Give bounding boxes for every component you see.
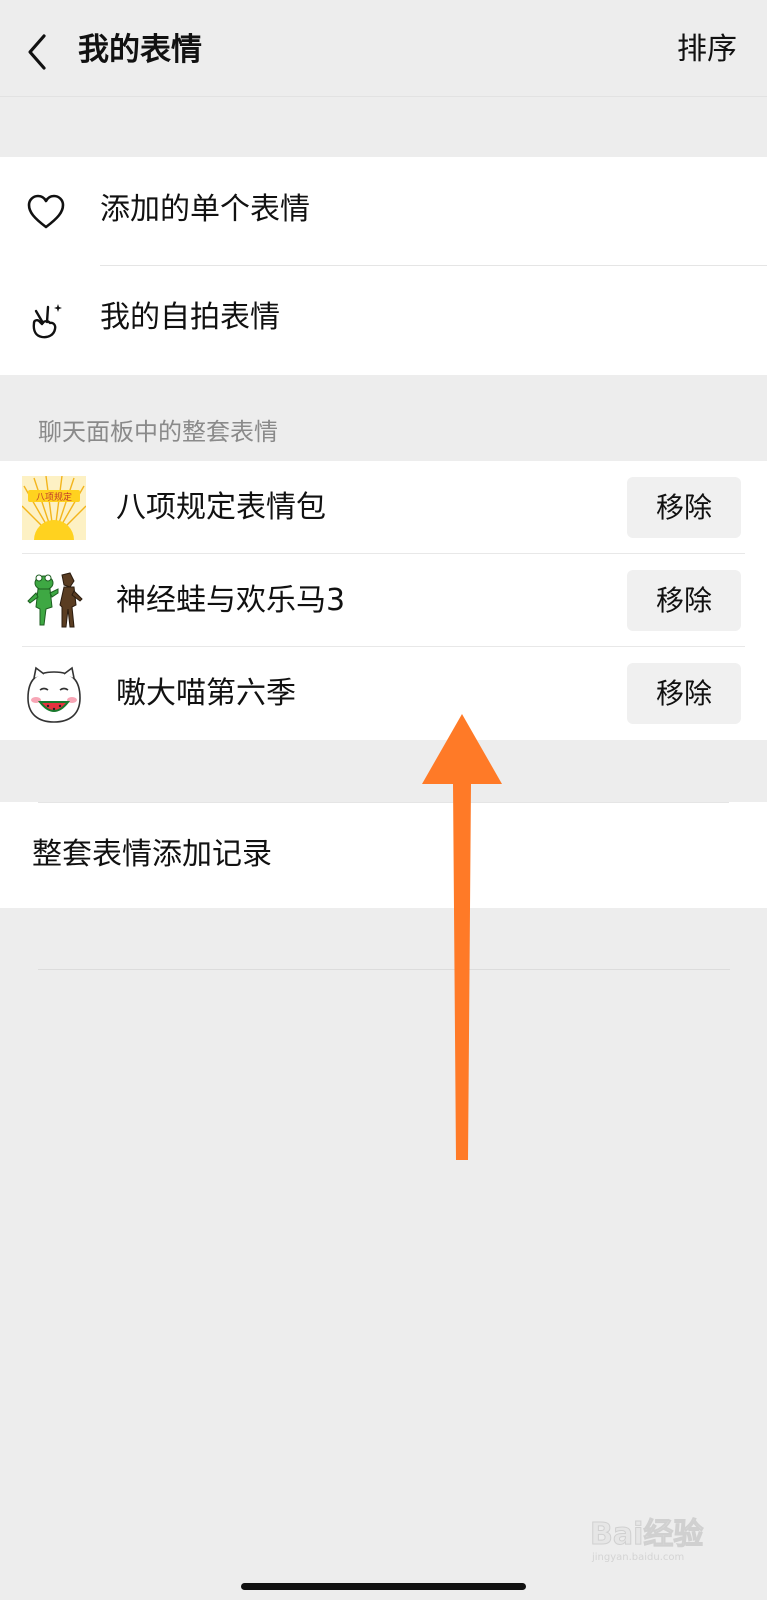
pack-history-row[interactable]: 整套表情添加记录 — [0, 802, 767, 908]
pack-name: 八项规定表情包 — [116, 490, 326, 525]
remove-button[interactable]: 移除 — [627, 477, 741, 538]
watermark-subtext: jingyan.baidu.com — [591, 1552, 684, 1563]
single-emoji-group: 添加的单个表情 我的自拍表情 — [0, 157, 767, 375]
pack-name: 神经蛙与欢乐马3 — [116, 583, 346, 618]
remove-button[interactable]: 移除 — [627, 663, 741, 724]
list-item[interactable]: 嗷大喵第六季 移除 — [0, 647, 767, 740]
navigation-bar: 我的表情 排序 — [0, 0, 767, 97]
home-indicator[interactable] — [241, 1583, 526, 1590]
remove-button[interactable]: 移除 — [627, 570, 741, 631]
selfie-emoji-label: 我的自拍表情 — [100, 300, 280, 335]
pack-thumbnail-frog-horse — [22, 569, 86, 633]
sort-button[interactable]: 排序 — [677, 28, 737, 72]
thumb-text: 八项规定 — [36, 491, 72, 503]
watermark-text: Bai经验 — [590, 1517, 703, 1552]
selfie-emoji-row[interactable]: 我的自拍表情 — [0, 265, 767, 373]
pack-thumbnail-sunrise: 八项规定 — [22, 476, 86, 540]
pack-name: 嗷大喵第六季 — [116, 676, 296, 711]
emoji-packs-list: 八项规定 八项规定表情包 移除 神经蛙与欢乐马3 移除 嗷大喵第六季 移除 — [0, 461, 767, 740]
added-single-emoji-row[interactable]: 添加的单个表情 — [0, 157, 767, 266]
row-divider — [38, 802, 729, 803]
packs-section-header: 聊天面板中的整套表情 — [38, 418, 278, 446]
back-chevron-icon[interactable] — [22, 32, 52, 72]
up-arrow-annotation-icon — [422, 714, 502, 1160]
pack-history-label: 整套表情添加记录 — [32, 837, 272, 872]
heart-icon — [27, 194, 65, 229]
list-item[interactable]: 八项规定 八项规定表情包 移除 — [0, 461, 767, 554]
selfie-hand-icon — [32, 304, 62, 339]
list-item[interactable]: 神经蛙与欢乐马3 移除 — [0, 554, 767, 647]
divider — [38, 969, 730, 970]
added-single-emoji-label: 添加的单个表情 — [100, 192, 310, 227]
pack-thumbnail-cat — [22, 662, 86, 726]
page-title: 我的表情 — [78, 32, 202, 68]
baidu-jingyan-watermark-icon: Bai经验 jingyan.baidu.com — [590, 1517, 704, 1564]
